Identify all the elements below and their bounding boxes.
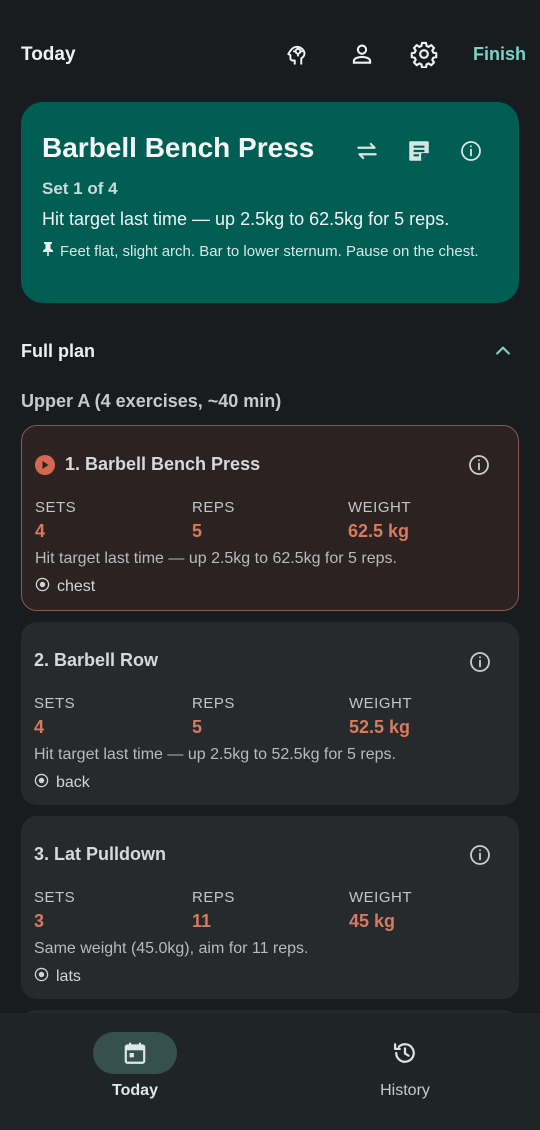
page-title: Today [21,44,76,65]
exercise-hint: Hit target last time — up 2.5kg to 62.5k… [35,550,397,567]
info-icon[interactable] [455,135,487,167]
chevron-up-icon[interactable] [489,337,517,365]
weight-column: WEIGHT 45 kg [349,889,412,932]
reps-value: 11 [192,911,212,931]
sets-value: 4 [34,717,45,737]
weight-column: WEIGHT 52.5 kg [349,695,412,738]
current-exercise-title: Barbell Bench Press [42,132,315,163]
full-plan-heading: Full plan [21,341,95,361]
exercise-title-text: 1. Barbell Bench Press [65,454,261,474]
sets-column: SETS 3 [34,889,75,932]
brain-icon[interactable] [282,38,314,70]
target-icon [34,773,49,793]
info-icon[interactable] [468,650,492,674]
reps-column: REPS 5 [192,695,235,738]
exercise-card[interactable]: 1. Barbell Bench Press SETS 4 REPS 5 WEI… [21,425,519,611]
muscle-tag: back [34,773,90,793]
exercise-note-text: Feet flat, slight arch. Bar to lower ste… [60,243,479,260]
notes-icon[interactable] [403,135,435,167]
sets-value: 4 [35,521,46,541]
weight-label: WEIGHT [349,889,412,906]
info-icon[interactable] [467,453,491,477]
bottom-nav: Today History [0,1013,540,1130]
muscle-tag: lats [34,967,81,987]
nav-label-today: Today [112,1082,158,1099]
finish-button[interactable]: Finish [473,44,526,65]
weight-label: WEIGHT [348,499,411,516]
progression-hint: Hit target last time — up 2.5kg to 62.5k… [42,209,450,229]
weight-value: 45 kg [349,911,396,931]
exercise-card[interactable]: 2. Barbell Row SETS 4 REPS 5 WEIGHT 52.5… [21,622,519,805]
reps-value: 5 [192,521,203,541]
exercise-title: 2. Barbell Row [34,650,158,671]
top-bar: Today Finish [0,0,540,110]
workout-title: Upper A (4 exercises, ~40 min) [21,391,282,411]
reps-value: 5 [192,717,203,737]
history-icon [363,1032,447,1074]
sets-column: SETS 4 [34,695,75,738]
exercise-hint: Same weight (45.0kg), aim for 11 reps. [34,940,309,957]
muscle-label: chest [57,578,96,595]
exercise-card[interactable]: 3. Lat Pulldown SETS 3 REPS 11 WEIGHT 45… [21,816,519,999]
gear-icon[interactable] [408,38,440,70]
muscle-tag: chest [35,577,95,597]
sets-label: SETS [34,889,76,906]
weight-value: 52.5 kg [349,717,411,737]
weight-value: 62.5 kg [348,521,410,541]
exercise-hint: Hit target last time — up 2.5kg to 52.5k… [34,746,396,763]
sets-value: 3 [34,911,45,931]
weight-label: WEIGHT [349,695,412,712]
swap-icon[interactable] [351,135,383,167]
reps-column: REPS 5 [192,499,235,542]
reps-label: REPS [192,499,235,516]
exercise-note: Feet flat, slight arch. Bar to lower ste… [42,241,502,262]
reps-label: REPS [192,695,235,712]
target-icon [35,577,50,597]
nav-item-history[interactable]: History [315,1032,495,1100]
calendar-icon [93,1032,177,1074]
muscle-label: lats [56,968,81,985]
person-icon[interactable] [346,38,378,70]
exercise-title: 3. Lat Pulldown [34,844,166,865]
nav-item-today[interactable]: Today [45,1032,225,1100]
sets-label: SETS [35,499,77,516]
sets-label: SETS [34,695,76,712]
muscle-label: back [56,774,90,791]
target-icon [34,967,49,987]
weight-column: WEIGHT 62.5 kg [348,499,411,542]
info-icon[interactable] [468,843,492,867]
exercise-title-text: 3. Lat Pulldown [34,844,167,864]
nav-label-history: History [380,1082,430,1099]
sets-column: SETS 4 [35,499,76,542]
reps-column: REPS 11 [192,889,235,932]
pin-icon [42,241,60,262]
reps-label: REPS [192,889,235,906]
exercise-title-text: 2. Barbell Row [34,650,159,670]
set-progress: Set 1 of 4 [42,179,118,198]
exercise-title: 1. Barbell Bench Press [35,454,260,475]
current-exercise-card: Barbell Bench Press Set 1 of 4 Hit targe… [21,102,519,303]
play-icon [35,454,55,475]
